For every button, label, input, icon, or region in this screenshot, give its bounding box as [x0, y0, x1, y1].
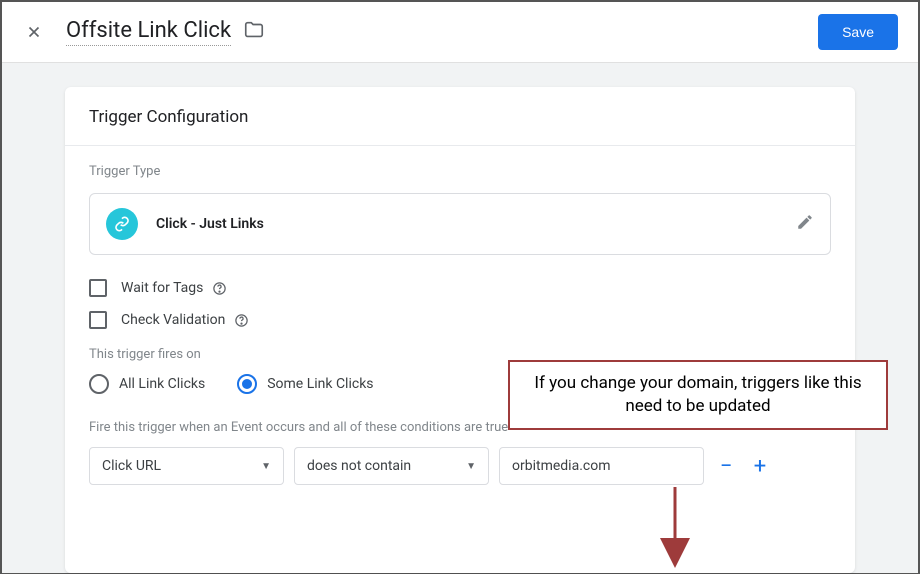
condition-value-text: orbitmedia.com — [512, 458, 610, 474]
annotation-callout: If you change your domain, triggers like… — [508, 360, 888, 430]
condition-row: Click URL ▼ does not contain ▼ orbitmedi… — [89, 447, 831, 485]
radio-all-clicks[interactable]: All Link Clicks — [89, 374, 205, 394]
add-condition-button[interactable]: + — [748, 454, 772, 479]
close-button[interactable] — [22, 20, 46, 44]
link-icon — [106, 208, 138, 240]
radio-icon-selected — [237, 374, 257, 394]
pencil-icon — [796, 213, 814, 235]
condition-value-input[interactable]: orbitmedia.com — [499, 447, 704, 485]
radio-icon — [89, 374, 109, 394]
help-icon[interactable] — [211, 280, 227, 296]
trigger-type-label: Trigger Type — [89, 164, 831, 179]
card-body: Trigger Type Click - Just Links Wait for… — [65, 146, 855, 485]
annotation-arrow — [660, 487, 690, 569]
condition-operator-value: does not contain — [307, 458, 411, 474]
trigger-type-selector[interactable]: Click - Just Links — [89, 193, 831, 255]
validation-label: Check Validation — [121, 312, 225, 328]
help-icon[interactable] — [233, 312, 249, 328]
close-icon — [25, 23, 43, 41]
validation-checkbox[interactable] — [89, 311, 107, 329]
folder-icon[interactable] — [243, 19, 265, 45]
condition-variable-select[interactable]: Click URL ▼ — [89, 447, 284, 485]
radio-all-label: All Link Clicks — [119, 376, 205, 392]
condition-operator-select[interactable]: does not contain ▼ — [294, 447, 489, 485]
wait-label: Wait for Tags — [121, 280, 203, 296]
header-bar: Offsite Link Click Save — [2, 2, 918, 63]
save-button[interactable]: Save — [818, 14, 898, 50]
card-title: Trigger Configuration — [89, 107, 831, 127]
page-title[interactable]: Offsite Link Click — [66, 18, 231, 46]
wait-for-tags-row[interactable]: Wait for Tags — [89, 279, 831, 297]
trigger-type-value: Click - Just Links — [156, 216, 796, 232]
chevron-down-icon: ▼ — [261, 461, 271, 472]
remove-condition-button[interactable]: − — [714, 454, 738, 479]
condition-variable-value: Click URL — [102, 458, 161, 474]
chevron-down-icon: ▼ — [466, 461, 476, 472]
title-wrap: Offsite Link Click — [66, 18, 818, 46]
check-validation-row[interactable]: Check Validation — [89, 311, 831, 329]
body-background: Trigger Configuration Trigger Type Click… — [2, 63, 918, 573]
annotation-text: If you change your domain, triggers like… — [534, 373, 861, 416]
radio-some-clicks[interactable]: Some Link Clicks — [237, 374, 373, 394]
card-header: Trigger Configuration — [65, 87, 855, 146]
radio-some-label: Some Link Clicks — [267, 376, 373, 392]
config-card: Trigger Configuration Trigger Type Click… — [65, 87, 855, 573]
wait-checkbox[interactable] — [89, 279, 107, 297]
